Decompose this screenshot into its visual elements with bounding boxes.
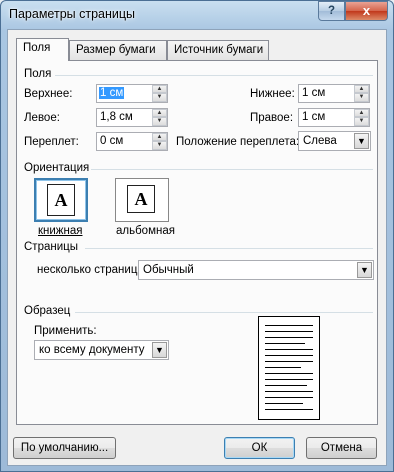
gutter-value[interactable]: 0 см: [100, 135, 123, 147]
orientation-divider: [91, 169, 373, 170]
window-title: Параметры страницы: [9, 7, 136, 21]
tab-margins[interactable]: Поля: [16, 38, 69, 61]
cancel-button[interactable]: Отмена: [306, 437, 377, 459]
top-margin-value[interactable]: 1 см: [99, 87, 125, 99]
top-margin-label: Верхнее:: [24, 88, 73, 100]
spin-down-icon[interactable]: ▼: [152, 117, 167, 126]
portrait-label[interactable]: книжная: [38, 225, 82, 237]
set-default-button[interactable]: По умолчанию...: [13, 437, 116, 459]
tab-paper-source[interactable]: Источник бумаги: [167, 40, 269, 60]
gutter-label: Переплет:: [24, 136, 79, 148]
spin-down-icon[interactable]: ▼: [354, 117, 369, 126]
bottom-margin-spinner[interactable]: 1 см ▲ ▼: [298, 84, 370, 103]
landscape-label[interactable]: альбомная: [116, 225, 175, 237]
sample-preview: [258, 316, 320, 420]
right-margin-value[interactable]: 1 см: [302, 111, 325, 123]
gutter-position-value: Слева: [303, 135, 337, 147]
pages-group-label: Страницы: [24, 241, 78, 253]
right-margin-label: Правое:: [250, 112, 294, 124]
dialog-body: Поля Размер бумаги Источник бумаги Поля …: [7, 29, 387, 466]
spin-down-icon[interactable]: ▼: [152, 93, 167, 102]
page-setup-dialog: Параметры страницы ? x Поля Размер бумаг…: [0, 0, 394, 472]
top-margin-spinner[interactable]: 1 см ▲ ▼: [96, 84, 168, 103]
apply-to-value: ко всему документу: [39, 344, 145, 356]
portrait-button[interactable]: A: [34, 178, 88, 222]
close-button[interactable]: x: [345, 1, 388, 21]
spin-up-icon[interactable]: ▲: [354, 109, 369, 117]
tab-paper-size[interactable]: Размер бумаги: [69, 40, 167, 60]
sample-divider: [75, 312, 373, 313]
help-button[interactable]: ?: [318, 1, 345, 21]
orientation-group-label: Ориентация: [24, 162, 90, 174]
bottom-margin-value[interactable]: 1 см: [302, 87, 325, 99]
spin-down-icon[interactable]: ▼: [354, 93, 369, 102]
landscape-button[interactable]: A: [115, 178, 169, 222]
right-margin-spinner[interactable]: 1 см ▲ ▼: [298, 108, 370, 127]
chevron-down-icon[interactable]: ▼: [152, 342, 167, 358]
spin-up-icon[interactable]: ▲: [152, 133, 167, 141]
multiple-pages-label: несколько страниц:: [37, 264, 141, 276]
margins-panel: Поля Верхнее: 1 см ▲ ▼ Нижнее: 1 см ▲ ▼ Ле…: [16, 60, 378, 425]
sample-group-label: Образец: [24, 305, 71, 317]
spin-down-icon[interactable]: ▼: [152, 141, 167, 150]
gutter-spinner[interactable]: 0 см ▲ ▼: [96, 132, 168, 151]
ok-button[interactable]: ОК: [224, 437, 295, 459]
spin-up-icon[interactable]: ▲: [152, 109, 167, 117]
multiple-pages-value: Обычный: [143, 264, 194, 276]
spin-up-icon[interactable]: ▲: [152, 85, 167, 93]
bottom-margin-label: Нижнее:: [250, 88, 295, 100]
apply-to-label: Применить:: [34, 325, 97, 337]
chevron-down-icon[interactable]: ▼: [357, 262, 372, 278]
margins-divider: [55, 75, 373, 76]
left-margin-spinner[interactable]: 1,8 см ▲ ▼: [96, 108, 168, 127]
gutter-position-select[interactable]: Слева ▼: [298, 131, 371, 151]
portrait-label-text: книжная: [38, 225, 83, 237]
landscape-page-icon: A: [127, 185, 155, 213]
gutter-position-label: Положение переплета:: [176, 136, 300, 148]
margins-group-label: Поля: [24, 68, 52, 80]
chevron-down-icon[interactable]: ▼: [354, 133, 369, 149]
pages-divider: [85, 248, 373, 249]
portrait-page-icon: A: [47, 184, 75, 216]
spin-up-icon[interactable]: ▲: [354, 85, 369, 93]
title-bar[interactable]: Параметры страницы ? x: [1, 1, 393, 29]
multiple-pages-select[interactable]: Обычный ▼: [138, 260, 374, 280]
left-margin-label: Левое:: [24, 112, 60, 124]
apply-to-select[interactable]: ко всему документу ▼: [34, 340, 169, 360]
left-margin-value[interactable]: 1,8 см: [100, 111, 133, 123]
